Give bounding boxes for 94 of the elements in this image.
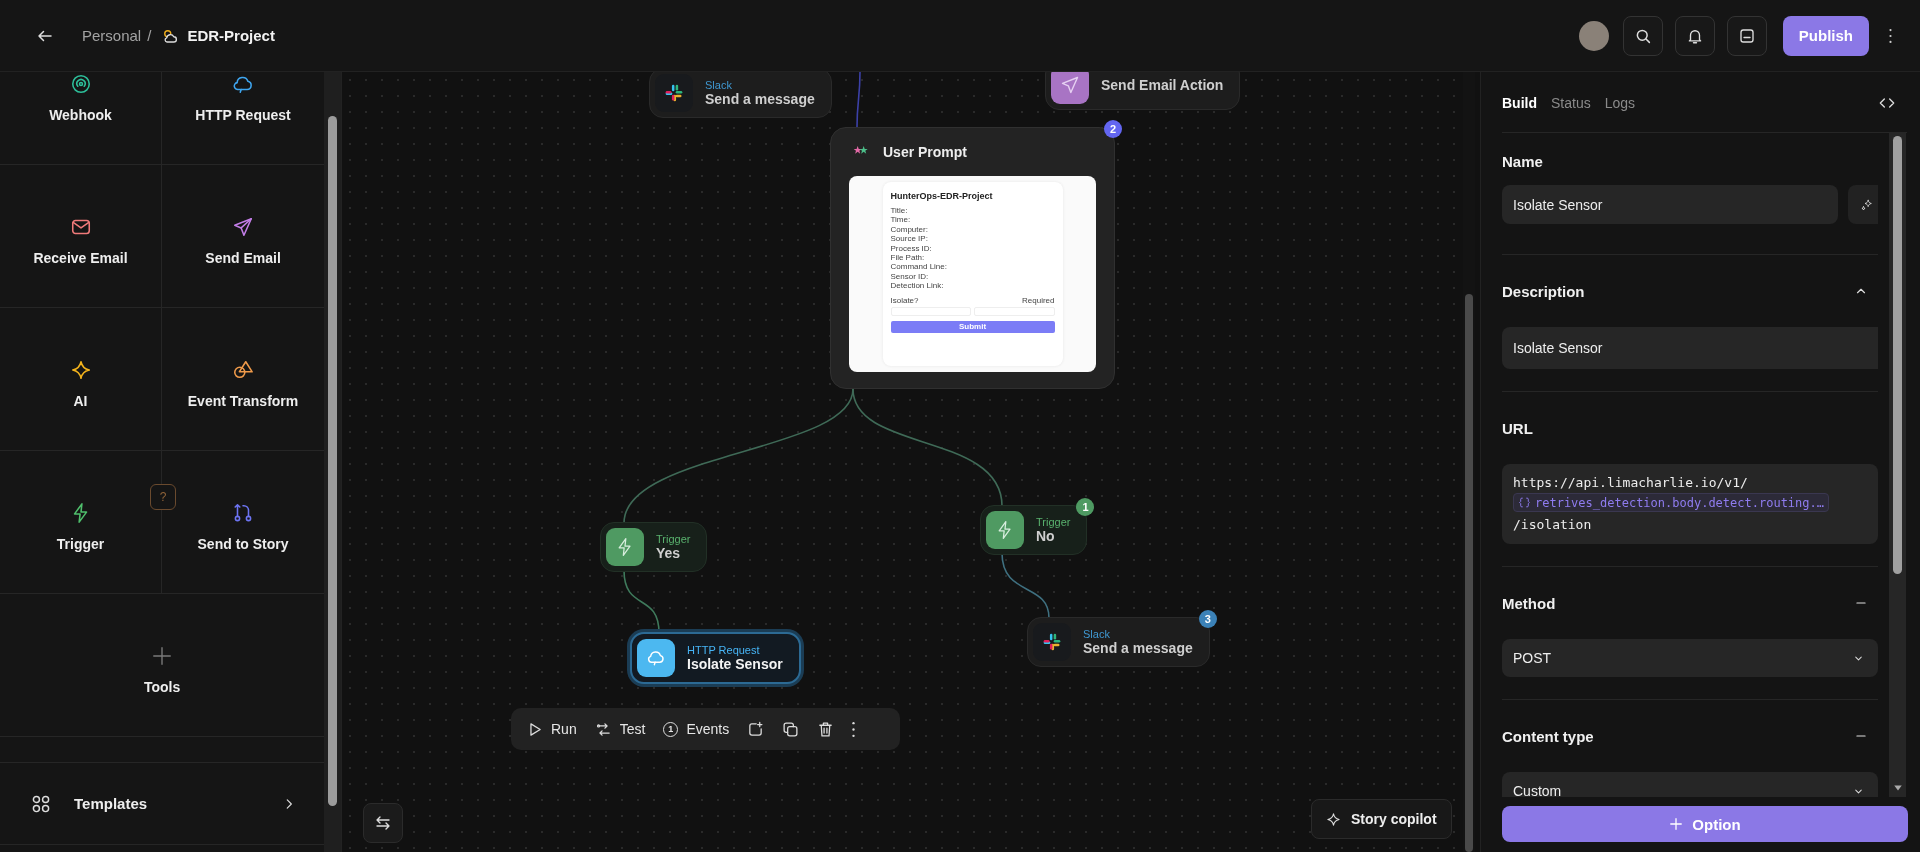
copy-icon — [782, 720, 800, 738]
submit-button: Submit — [890, 320, 1055, 333]
connector-line — [1001, 552, 1050, 619]
help-button[interactable]: ? — [150, 484, 176, 510]
scrollbar[interactable] — [324, 72, 341, 852]
test-button[interactable]: Test — [587, 713, 653, 745]
dropdown[interactable]: Custom — [1502, 772, 1878, 797]
workflow-node[interactable]: Send Email Action — [1045, 72, 1241, 110]
form-field-label: File Path: — [890, 253, 926, 263]
breadcrumb-link[interactable]: Personal — [82, 27, 142, 44]
field-label: Description — [1502, 282, 1585, 300]
tool-tile[interactable]: Receive Email — [0, 165, 162, 308]
scrollbar[interactable] — [1889, 133, 1906, 797]
form-heading: HunterOps-EDR-Project — [890, 191, 994, 201]
code-brackets-icon — [1879, 95, 1895, 111]
form-field-label: Computer: — [890, 224, 929, 235]
connector-line — [856, 72, 861, 128]
step-badge: 2 — [1104, 120, 1122, 138]
braces-icon — [1518, 496, 1531, 509]
comments-button[interactable] — [1726, 15, 1767, 56]
workflow-node[interactable]: Trigger Yes — [600, 522, 708, 572]
ai-generate-button[interactable] — [1848, 185, 1878, 224]
node-title: Send a message — [1083, 640, 1193, 656]
node-title: Send a message — [705, 91, 815, 107]
node-type-label: Trigger — [1036, 516, 1071, 528]
panel-tab[interactable]: Logs — [1604, 95, 1636, 111]
slack-logo-icon — [1042, 632, 1062, 652]
paper-plane-icon — [232, 216, 255, 238]
sparkle-icon — [1859, 197, 1874, 212]
plus-icon — [1669, 817, 1684, 831]
description-input[interactable]: Isolate Sensor — [1502, 327, 1878, 369]
panel-tab[interactable]: Status — [1551, 95, 1591, 111]
shapes-icon — [232, 359, 255, 381]
node-type-label: HTTP Request — [687, 644, 761, 656]
breadcrumb-separator: / — [147, 27, 152, 44]
field-label: Name — [1502, 152, 1543, 170]
slack-logo-icon — [664, 83, 684, 103]
vertical-dots-icon — [1889, 28, 1892, 43]
workflow-node[interactable]: HTTP Request Isolate Sensor — [630, 632, 801, 684]
message-icon — [1737, 26, 1756, 45]
node-type-label: Slack — [1083, 628, 1111, 640]
panel-tab[interactable]: Build — [1502, 95, 1537, 111]
url-text: /isolation — [1513, 517, 1592, 532]
notifications-button[interactable] — [1674, 15, 1715, 56]
field-label: URL — [1502, 419, 1533, 437]
vertical-dots-icon — [852, 721, 856, 737]
form-field-label: Time: — [890, 215, 912, 225]
workflow-node[interactable]: Slack Send a message — [649, 72, 832, 118]
node-type-label: Trigger — [656, 533, 691, 545]
step-badge: 1 — [1076, 498, 1095, 516]
step-badge: 3 — [1198, 610, 1217, 628]
sparkle-icon — [1326, 811, 1341, 827]
publish-button[interactable]: Publish — [1782, 15, 1869, 56]
form-field-label: Title: — [890, 206, 909, 216]
swap-arrows-icon — [374, 814, 392, 832]
events-button[interactable]: 1 Events — [656, 713, 737, 745]
url-text: https://api.limacharlie.io/v1/ — [1513, 475, 1748, 490]
swap-arrows-icon — [594, 720, 612, 738]
plus-icon — [151, 645, 173, 667]
code-view-button[interactable] — [1879, 95, 1895, 111]
form-question: Isolate? — [890, 295, 919, 305]
form-field-label: Source IP: — [890, 234, 929, 244]
toggle-panel-button[interactable] — [363, 803, 403, 843]
name-input[interactable]: Isolate Sensor — [1502, 185, 1838, 224]
field-label: Method — [1502, 594, 1556, 612]
tool-tile[interactable]: AI — [0, 308, 162, 451]
paper-plane-icon — [1060, 75, 1080, 95]
dropdown[interactable]: POST — [1502, 639, 1878, 677]
search-button[interactable] — [1622, 15, 1663, 56]
url-input[interactable]: https://api.limacharlie.io/v1/ retrives_detection.body.detect.routing.… /isolation — [1502, 464, 1878, 544]
node-title: No — [1036, 528, 1056, 544]
trash-icon — [817, 720, 835, 738]
run-button[interactable]: Run — [519, 713, 584, 745]
form-field-label: Sensor ID: — [890, 271, 930, 282]
variable-chip[interactable]: retrives_detection.body.detect.routing.… — [1513, 493, 1829, 512]
field-label: Content type — [1502, 727, 1594, 745]
wifi-signal-icon — [69, 73, 92, 95]
node-title: User Prompt — [883, 144, 968, 160]
form-field-label: Detection Link: — [890, 281, 945, 291]
node-title: Yes — [656, 545, 682, 561]
tool-tile[interactable]: Webhook — [0, 72, 162, 165]
cloud-icon — [646, 648, 666, 668]
avatar[interactable] — [1578, 20, 1609, 51]
sparkle-icon — [69, 359, 92, 381]
required-label: Required — [1022, 295, 1055, 305]
node-title: Send Email Action — [1101, 77, 1224, 93]
project-title: EDR-Project — [187, 27, 275, 44]
add-option-button[interactable]: Option — [1502, 806, 1908, 842]
node-title: Isolate Sensor — [687, 656, 783, 672]
story-copilot-button[interactable]: Story copilot — [1311, 799, 1452, 839]
node-type-label: Slack — [705, 79, 733, 91]
form-field-label: Command Line: — [890, 262, 948, 272]
scroll-down-icon — [1892, 783, 1903, 793]
form-field-label: Process ID: — [890, 243, 933, 254]
